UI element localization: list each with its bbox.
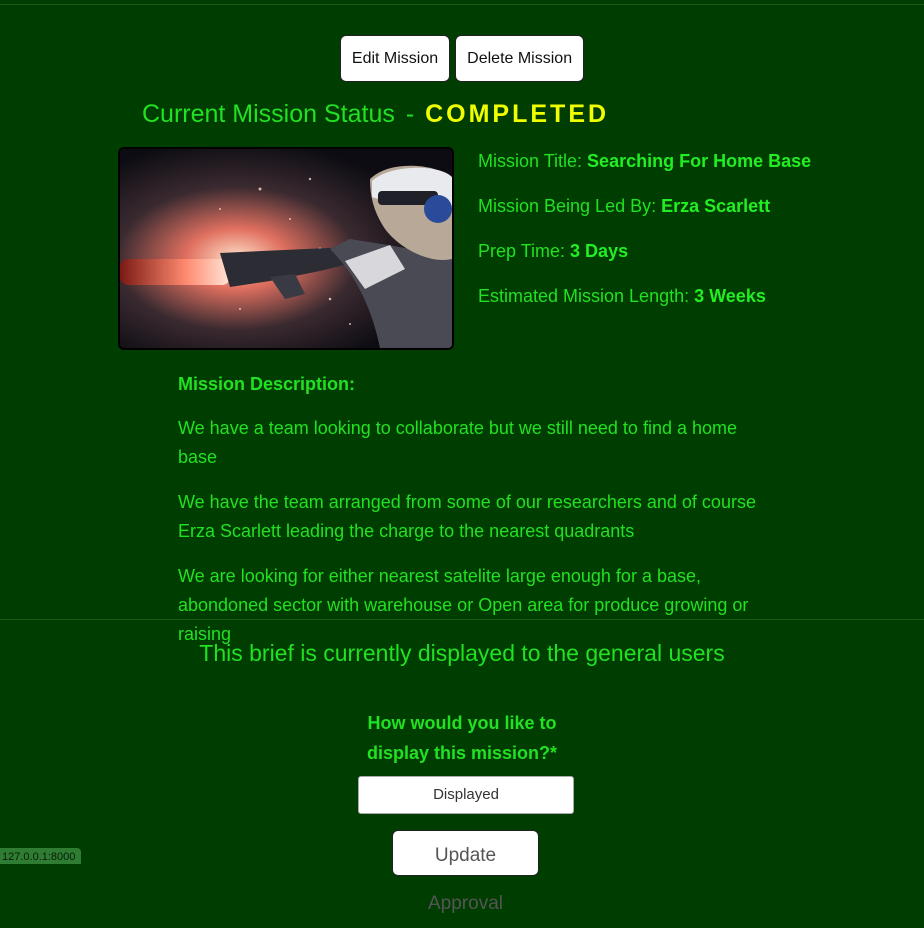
host-status-tag: 127.0.0.1:8000 <box>0 848 82 864</box>
mission-length-value: 3 Weeks <box>694 286 766 306</box>
display-status-message: This brief is currently displayed to the… <box>199 640 725 666</box>
mission-image <box>118 147 454 350</box>
mission-length-row: Estimated Mission Length: 3 Weeks <box>478 285 811 307</box>
mission-title-value: Searching For Home Base <box>587 151 812 171</box>
status-value: COMPLETED <box>425 100 610 128</box>
prep-time-value: 3 Days <box>570 241 629 261</box>
delete-mission-button[interactable]: Delete Mission <box>455 35 585 82</box>
display-option-select[interactable]: Displayed <box>358 776 574 814</box>
mission-leader-value: Erza Scarlett <box>661 196 771 216</box>
prep-time-label: Prep Time: <box>478 241 566 261</box>
description-paragraph: We have the team arranged from some of o… <box>178 492 756 541</box>
mission-title-label: Mission Title: <box>478 151 583 171</box>
section-divider <box>0 619 924 620</box>
mission-details: Mission Title: Searching For Home Base M… <box>478 150 811 330</box>
soldier-with-rifle-image <box>120 149 452 348</box>
description-label: Mission Description: <box>178 374 356 394</box>
mission-actions: Edit Mission Delete Mission <box>0 35 924 82</box>
description-paragraph: We have a team looking to collaborate bu… <box>178 418 738 467</box>
mission-description: Mission Description: We have a team look… <box>178 370 758 665</box>
status-prefix: Current Mission Status <box>142 100 395 128</box>
status-separator: - <box>405 100 415 128</box>
prep-time-row: Prep Time: 3 Days <box>478 240 811 262</box>
top-divider <box>0 4 924 5</box>
description-paragraph: We are looking for either nearest sateli… <box>178 566 749 644</box>
update-approval-button[interactable]: Update Approval <box>392 830 539 914</box>
mission-title-row: Mission Title: Searching For Home Base <box>478 150 811 172</box>
edit-mission-button[interactable]: Edit Mission <box>339 35 451 82</box>
mission-leader-label: Mission Being Led By: <box>478 196 657 216</box>
mission-length-label: Estimated Mission Length: <box>478 286 690 306</box>
display-question-label: How would you like to display this missi… <box>0 708 924 768</box>
mission-leader-row: Mission Being Led By: Erza Scarlett <box>478 195 811 217</box>
question-line: How would you like to <box>367 713 557 733</box>
question-line: display this mission?* <box>366 743 558 763</box>
mission-status-heading: Current Mission Status - COMPLETED <box>142 100 609 129</box>
